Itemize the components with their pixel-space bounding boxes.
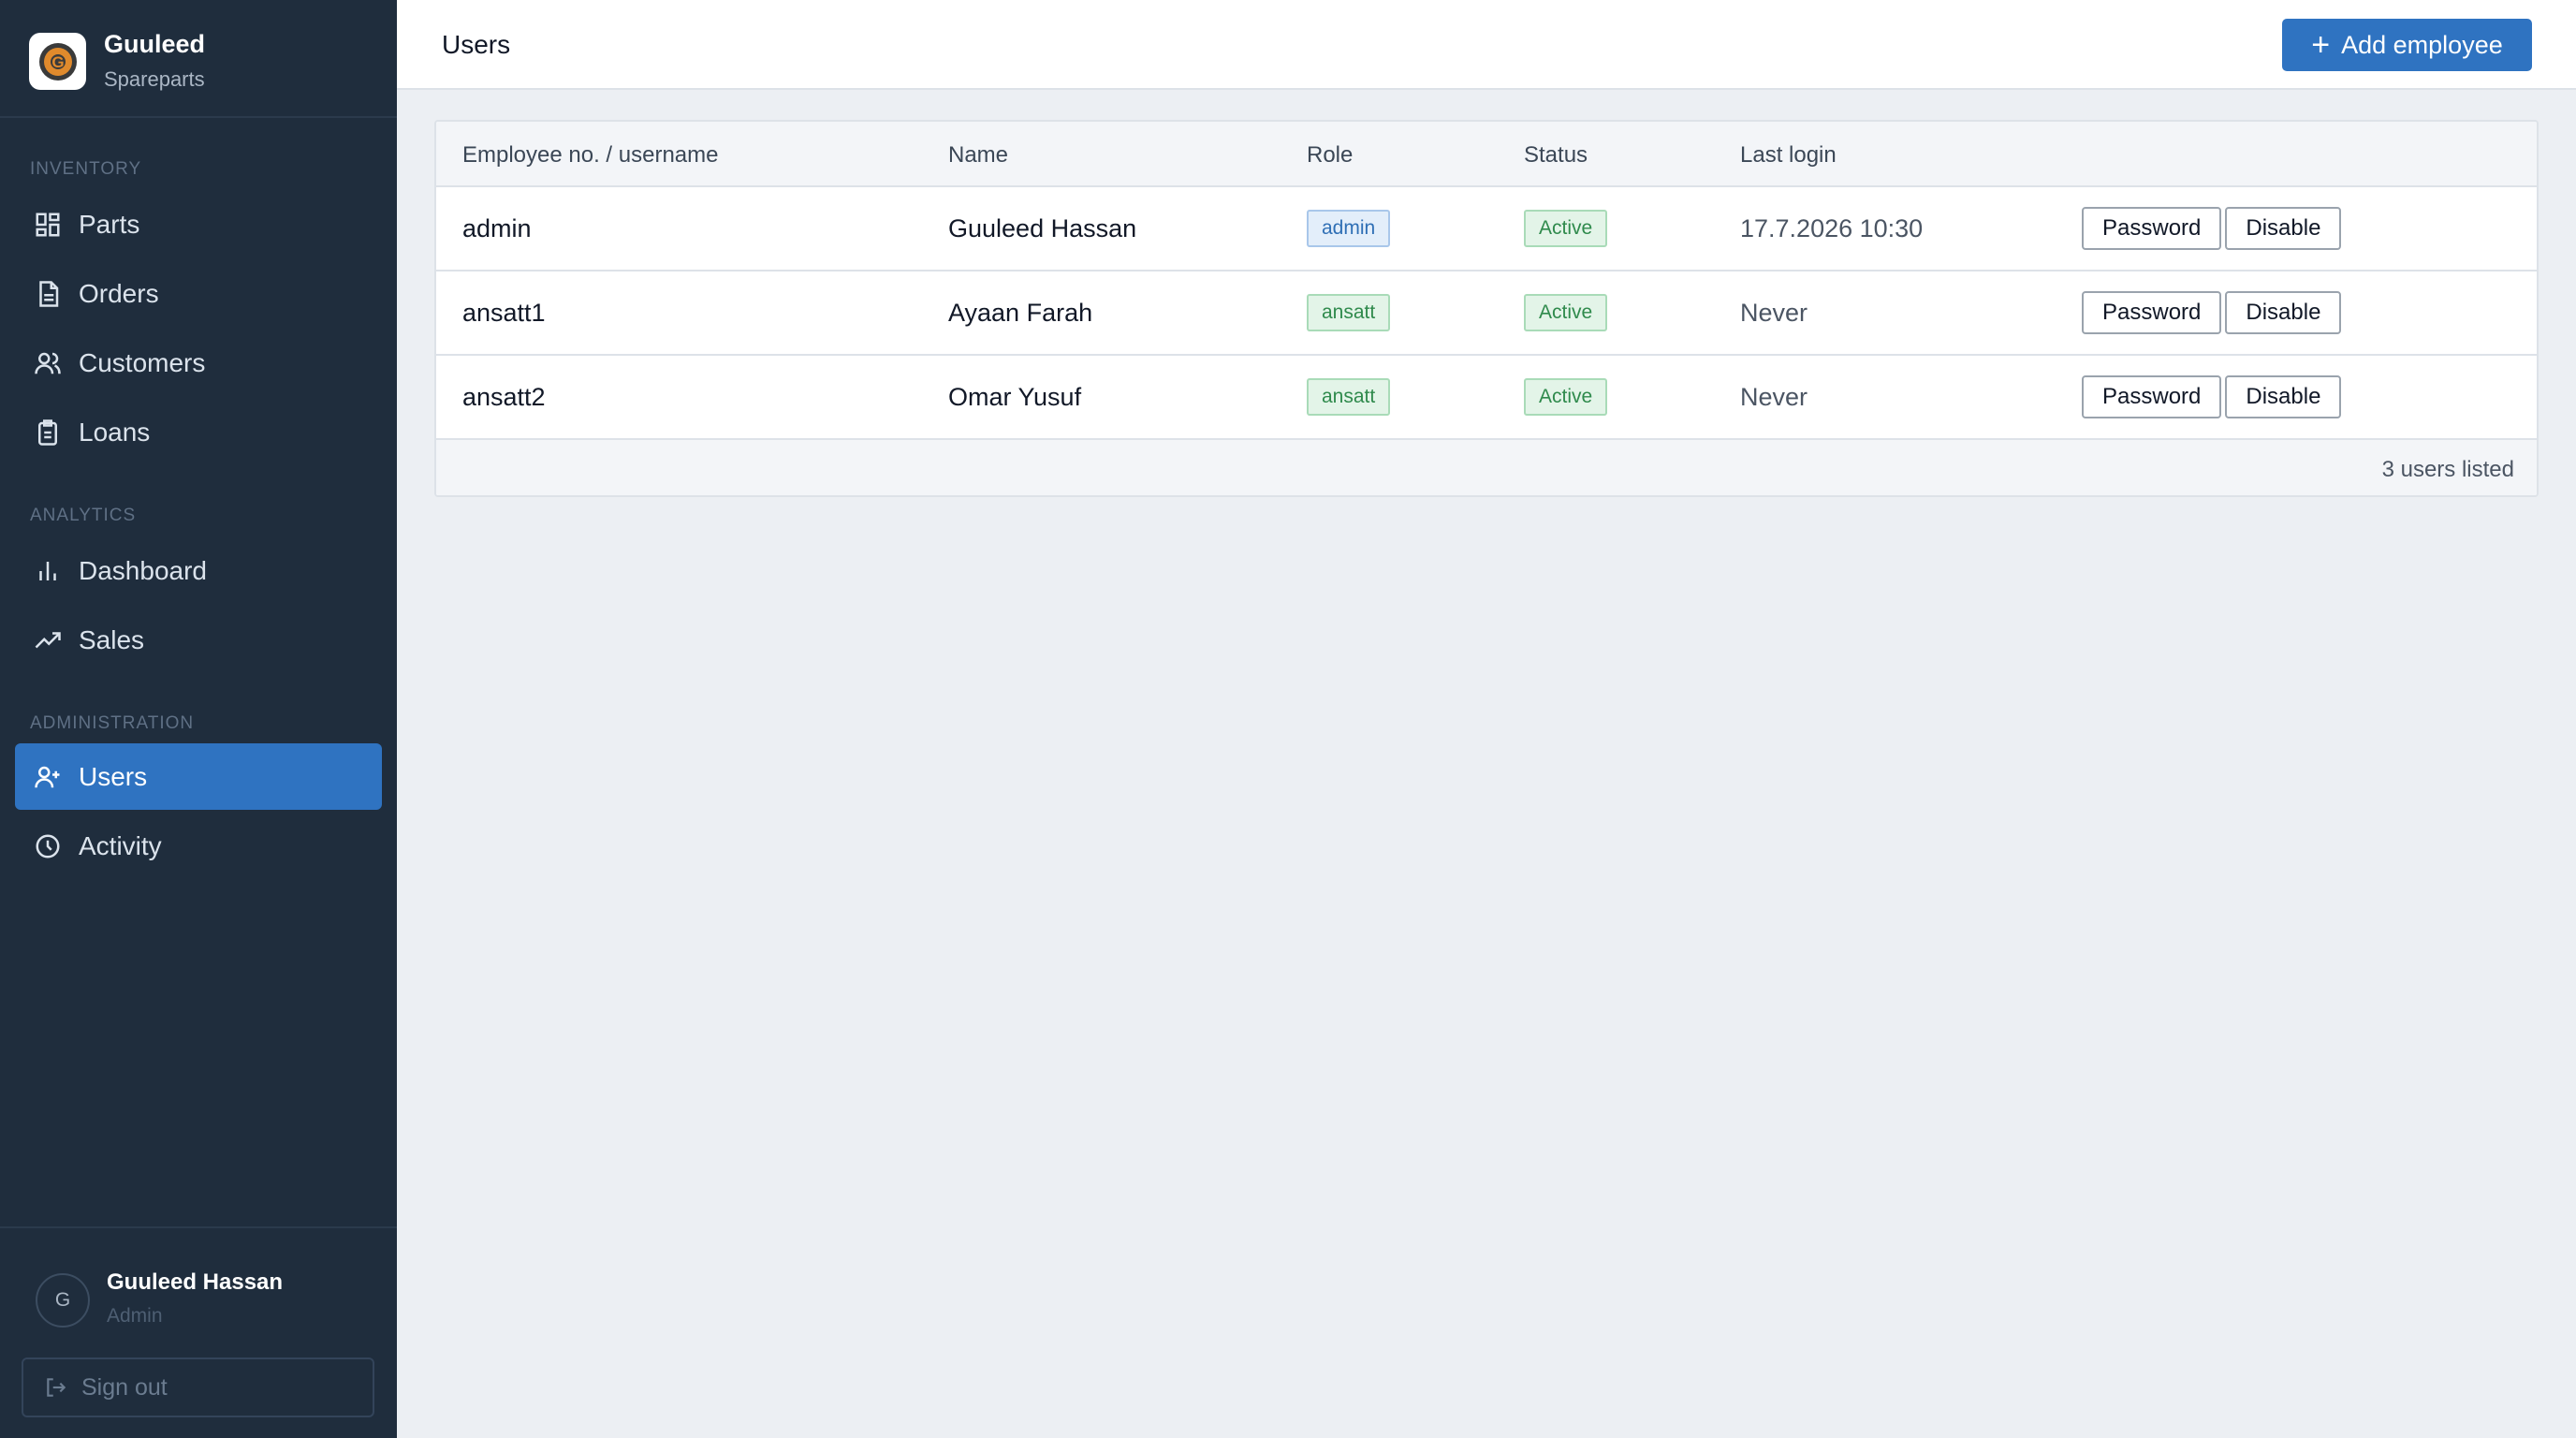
column-header-username[interactable]: Employee no. / username (462, 142, 718, 169)
sidebar-item-loans[interactable]: Loans (15, 399, 382, 465)
cell-status: Active (1524, 271, 1608, 354)
sidebar-item-parts[interactable]: Parts (15, 191, 382, 257)
table-row: admin Guuleed Hassan admin Active 17.7.2… (436, 187, 2537, 271)
table-row: ansatt2 Omar Yusuf ansatt Active Never P… (436, 356, 2537, 440)
cell-actions: Password Disable (2082, 187, 2345, 270)
clock-icon (32, 830, 64, 862)
grid-icon (32, 209, 64, 241)
section-label-inventory: INVENTORY (30, 159, 142, 179)
section-label-administration: ADMINISTRATION (30, 713, 195, 733)
user-plus-icon (32, 761, 64, 793)
brand-name: Guuleed (104, 30, 206, 58)
password-button[interactable]: Password (2082, 375, 2222, 418)
cell-name: Guuleed Hassan (948, 213, 1137, 242)
disable-button[interactable]: Disable (2225, 375, 2342, 418)
disable-button[interactable]: Disable (2225, 207, 2342, 250)
clipboard-icon (32, 417, 64, 448)
password-button[interactable]: Password (2082, 207, 2222, 250)
sidebar-item-label: Users (79, 761, 148, 791)
cell-username: admin (462, 213, 532, 242)
sidebar-item-label: Parts (79, 209, 140, 239)
brand-logo-icon: G (29, 33, 86, 90)
sidebar-item-label: Activity (79, 830, 162, 860)
bar-chart-icon (32, 555, 64, 587)
table-footer: 3 users listed (436, 440, 2537, 495)
sidebar-item-label: Loans (79, 417, 151, 447)
add-employee-label: Add employee (2341, 30, 2503, 59)
cell-actions: Password Disable (2082, 271, 2345, 354)
sign-out-label: Sign out (81, 1373, 168, 1401)
page-title: Users (442, 30, 511, 59)
users-count: 3 users listed (2381, 457, 2514, 482)
sidebar-item-orders[interactable]: Orders (15, 260, 382, 327)
add-employee-button[interactable]: + Add employee (2282, 19, 2532, 71)
sign-out-button[interactable]: Sign out (22, 1357, 374, 1417)
cell-last-login: Never (1740, 298, 1808, 327)
current-user-block: G Guuleed Hassan Admin Sign out (0, 1226, 397, 1438)
sidebar-item-label: Customers (79, 347, 206, 377)
trending-up-icon (32, 624, 64, 656)
cell-status: Active (1524, 187, 1608, 270)
column-header-status[interactable]: Status (1524, 142, 1588, 169)
cell-last-login: Never (1740, 382, 1808, 411)
sidebar-item-label: Dashboard (79, 555, 207, 585)
status-badge: Active (1524, 378, 1608, 416)
sidebar: G Guuleed Spareparts INVENTORY Parts Ord… (0, 0, 397, 1438)
cell-role: ansatt (1307, 356, 1391, 438)
cell-name: Omar Yusuf (948, 382, 1082, 411)
table-row: ansatt1 Ayaan Farah ansatt Active Never … (436, 271, 2537, 356)
status-badge: Active (1524, 210, 1608, 247)
cell-actions: Password Disable (2082, 356, 2345, 438)
role-badge: admin (1307, 210, 1391, 247)
sidebar-item-users[interactable]: Users (15, 743, 382, 810)
table-header: Employee no. / username Name Role Status… (436, 122, 2537, 187)
avatar[interactable]: G (36, 1273, 90, 1328)
sidebar-item-sales[interactable]: Sales (15, 607, 382, 673)
column-header-name[interactable]: Name (948, 142, 1008, 169)
role-badge: ansatt (1307, 378, 1391, 416)
sidebar-item-label: Orders (79, 278, 159, 308)
status-badge: Active (1524, 294, 1608, 331)
users-table: Employee no. / username Name Role Status… (434, 120, 2539, 497)
section-label-analytics: ANALYTICS (30, 506, 137, 525)
brand-subtitle: Spareparts (104, 67, 205, 91)
password-button[interactable]: Password (2082, 291, 2222, 334)
column-header-role[interactable]: Role (1307, 142, 1353, 169)
role-badge: ansatt (1307, 294, 1391, 331)
current-user-name: Guuleed Hassan (107, 1269, 284, 1295)
sidebar-item-dashboard[interactable]: Dashboard (15, 537, 382, 604)
cell-status: Active (1524, 356, 1608, 438)
current-user-role: Admin (107, 1305, 163, 1327)
document-icon (32, 278, 64, 310)
brand: G Guuleed Spareparts (0, 0, 397, 118)
top-header: Users + Add employee (397, 0, 2576, 90)
cell-last-login: 17.7.2026 10:30 (1740, 213, 1924, 242)
svg-text:G: G (51, 53, 64, 71)
cell-username: ansatt2 (462, 382, 546, 411)
sidebar-item-label: Sales (79, 624, 145, 654)
sidebar-item-activity[interactable]: Activity (15, 813, 382, 879)
cell-role: ansatt (1307, 271, 1391, 354)
users-icon (32, 347, 64, 379)
sidebar-item-customers[interactable]: Customers (15, 330, 382, 396)
column-header-last-login[interactable]: Last login (1740, 142, 1837, 169)
cell-username: ansatt1 (462, 298, 546, 327)
logout-icon (44, 1375, 68, 1400)
cell-name: Ayaan Farah (948, 298, 1093, 327)
cell-role: admin (1307, 187, 1391, 270)
plus-icon: + (2311, 27, 2331, 63)
disable-button[interactable]: Disable (2225, 291, 2342, 334)
